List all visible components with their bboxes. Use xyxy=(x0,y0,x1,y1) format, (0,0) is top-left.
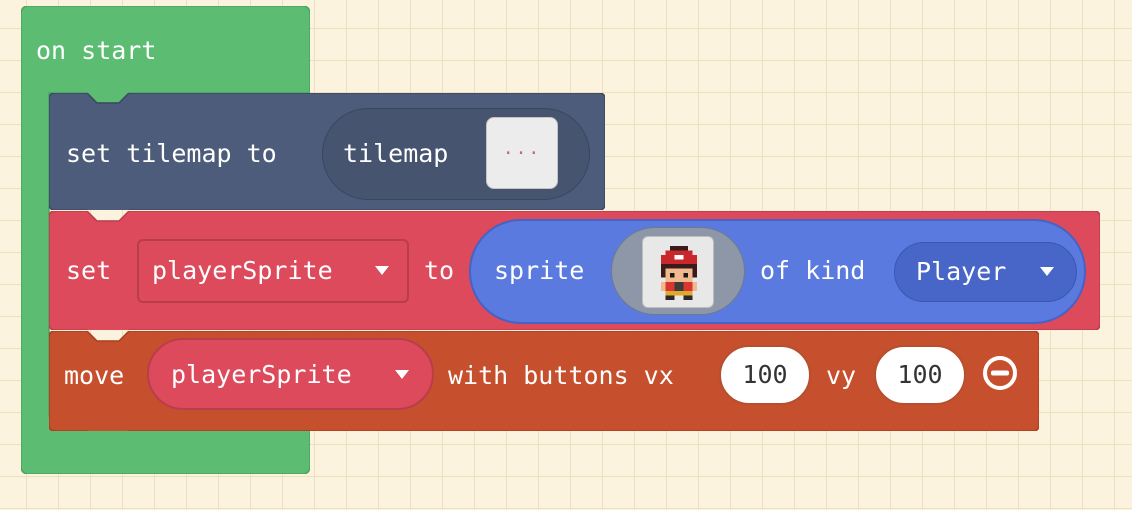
to-label: to xyxy=(424,256,455,285)
move-variable-dropdown[interactable]: playerSprite xyxy=(147,338,434,410)
move-label: move xyxy=(64,361,125,390)
kind-dropdown-label: Player xyxy=(916,257,1007,286)
tilemap-thumbnail-dots: ... xyxy=(502,138,542,159)
variable-dropdown-label: playerSprite xyxy=(152,256,333,285)
set-label: set xyxy=(66,256,112,285)
move-variable-label: playerSprite xyxy=(171,360,352,389)
vy-input[interactable]: 100 xyxy=(874,345,966,405)
tilemap-reporter-label: tilemap xyxy=(343,139,449,168)
player-sprite-image[interactable] xyxy=(642,236,714,308)
sprite-label: sprite xyxy=(494,256,585,285)
caret-down-icon xyxy=(1040,267,1054,276)
caret-down-icon xyxy=(375,266,389,275)
on-start-label: on start xyxy=(36,36,157,65)
vy-label: vy xyxy=(826,361,857,390)
tilemap-thumbnail[interactable]: ... xyxy=(486,117,558,189)
with-buttons-vx-label: with buttons vx xyxy=(448,361,674,390)
player-sprite-icon xyxy=(661,246,697,300)
minus-circle-icon[interactable] xyxy=(980,353,1020,393)
caret-down-icon xyxy=(395,370,409,379)
vx-input[interactable]: 100 xyxy=(719,345,811,405)
of-kind-label: of kind xyxy=(760,256,866,285)
set-tilemap-label: set tilemap to xyxy=(66,139,277,168)
variable-dropdown[interactable]: playerSprite xyxy=(137,239,409,303)
kind-dropdown[interactable]: Player xyxy=(894,242,1077,302)
